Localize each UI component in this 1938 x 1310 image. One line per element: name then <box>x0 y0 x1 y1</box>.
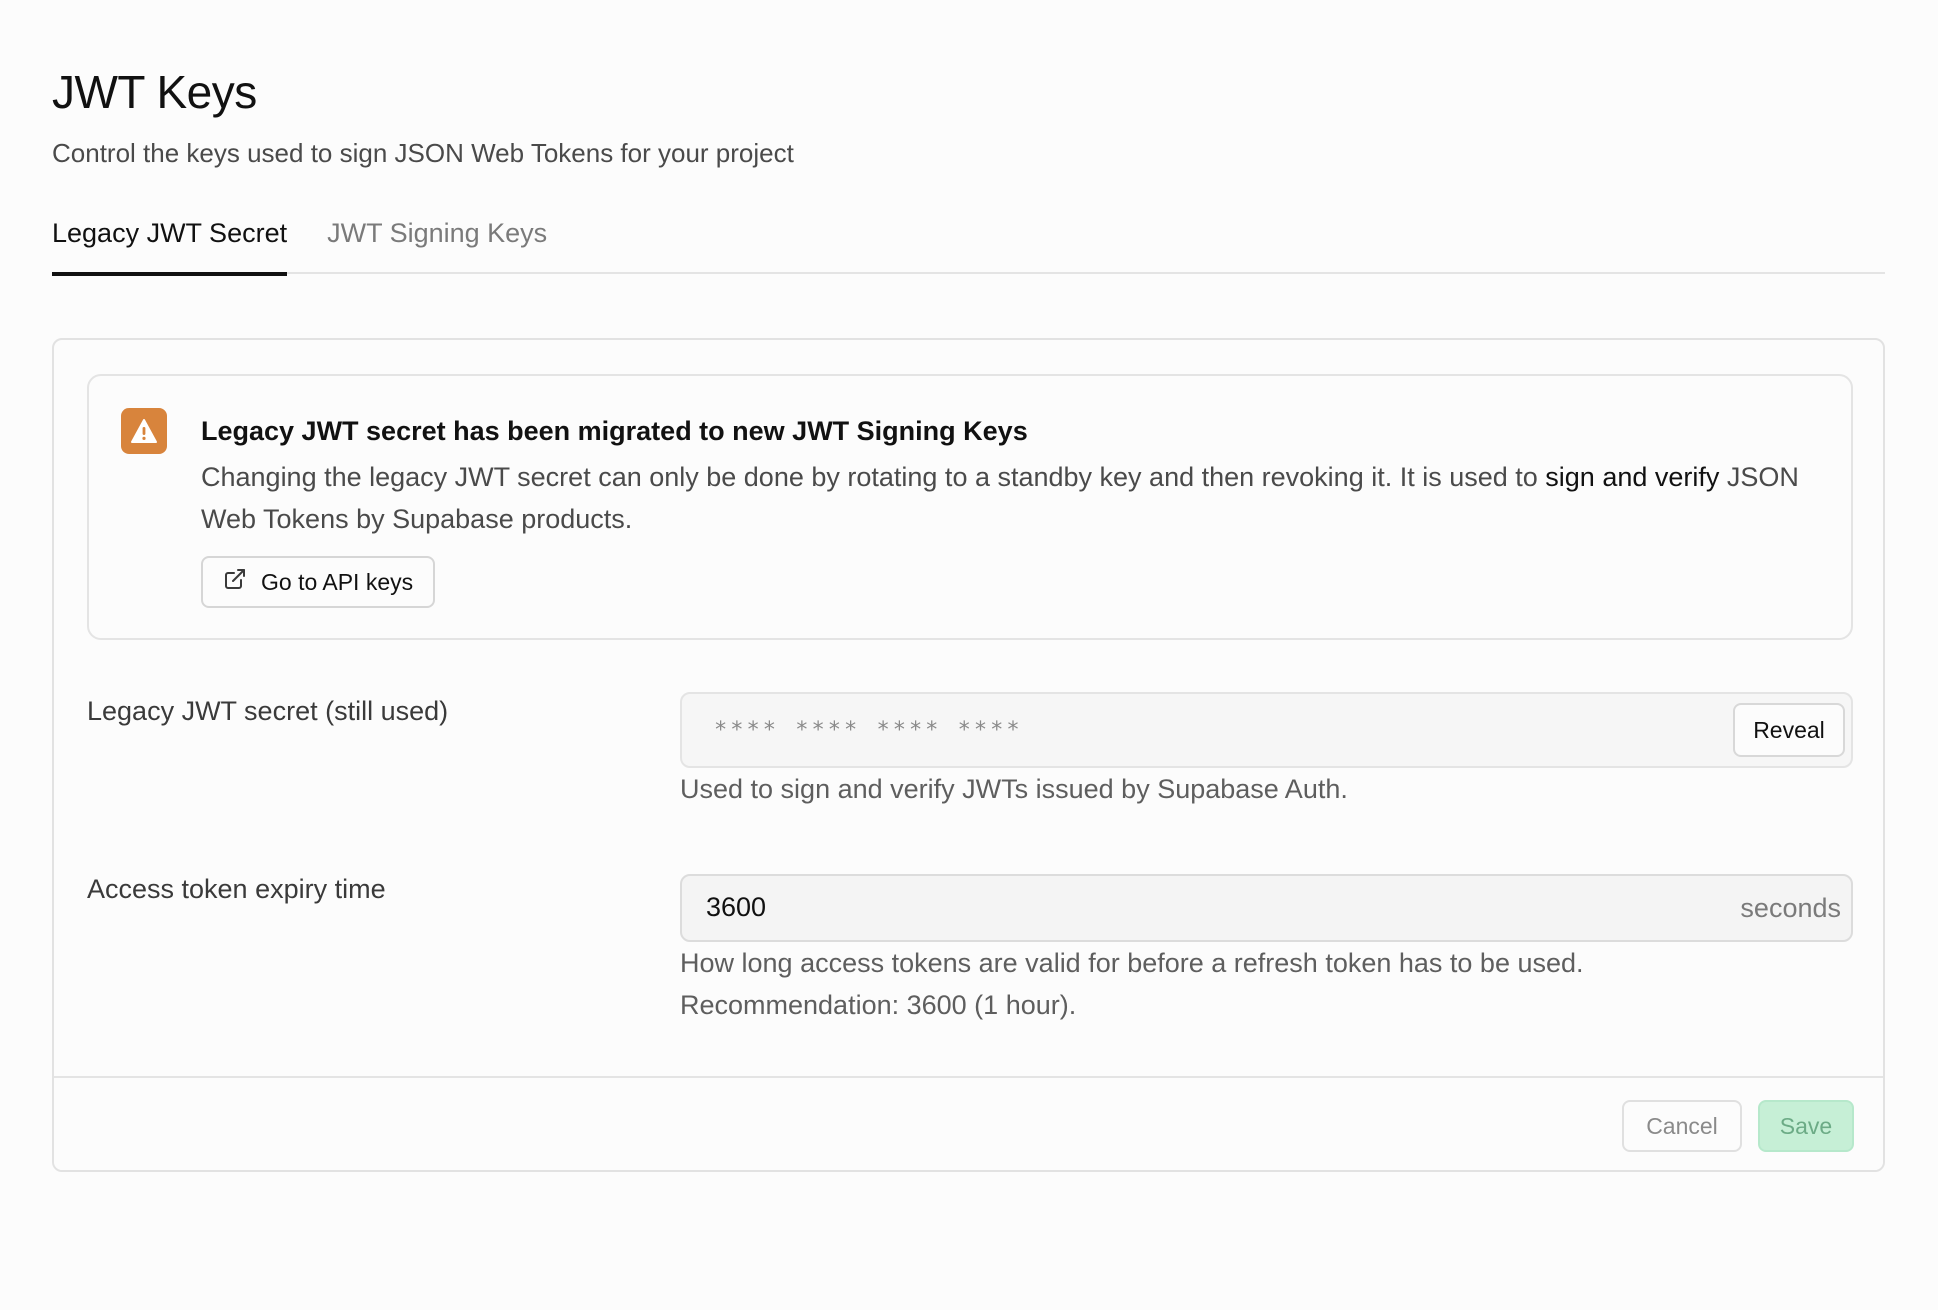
alert-body: Changing the legacy JWT secret can only … <box>201 456 1821 540</box>
secret-field-label: Legacy JWT secret (still used) <box>87 696 449 726</box>
secret-masked-value: **** **** **** **** <box>714 718 1023 743</box>
expiry-help-line-1: How long access tokens are valid for bef… <box>680 948 1584 978</box>
secret-field-help: Used to sign and verify JWTs issued by S… <box>680 774 1348 804</box>
card-footer: Cancel Save <box>54 1076 1883 1170</box>
alert-title: Legacy JWT secret has been migrated to n… <box>201 416 1028 446</box>
tab-jwt-signing-keys[interactable]: JWT Signing Keys <box>327 210 547 274</box>
expiry-field-help: How long access tokens are valid for bef… <box>680 942 1584 1026</box>
save-button[interactable]: Save <box>1758 1100 1854 1152</box>
expiry-help-line-2: Recommendation: 3600 (1 hour). <box>680 990 1077 1020</box>
page-title: JWT Keys <box>52 66 257 118</box>
alert-body-emphasis: sign and verify <box>1545 462 1720 492</box>
go-to-api-keys-button[interactable]: Go to API keys <box>201 556 436 608</box>
settings-card: Legacy JWT secret has been migrated to n… <box>52 338 1885 1172</box>
external-link-icon <box>223 567 247 597</box>
expiry-unit-suffix: seconds <box>1740 893 1841 923</box>
go-to-api-keys-label: Go to API keys <box>261 568 414 595</box>
page-subtitle: Control the keys used to sign JSON Web T… <box>52 138 794 168</box>
expiry-field[interactable]: seconds <box>680 874 1853 942</box>
cancel-button[interactable]: Cancel <box>1622 1100 1742 1152</box>
reveal-button[interactable]: Reveal <box>1733 703 1845 757</box>
secret-field[interactable]: **** **** **** **** Reveal <box>680 692 1853 768</box>
page: JWT Keys Control the keys used to sign J… <box>0 0 1938 1310</box>
expiry-input[interactable] <box>706 892 1606 923</box>
tab-legacy-jwt-secret[interactable]: Legacy JWT Secret <box>52 210 288 276</box>
tab-bar: Legacy JWT Secret JWT Signing Keys <box>52 210 1885 276</box>
alert-body-text: Changing the legacy JWT secret can only … <box>201 462 1546 492</box>
migration-alert: Legacy JWT secret has been migrated to n… <box>87 374 1853 640</box>
warning-icon <box>121 408 167 454</box>
expiry-field-label: Access token expiry time <box>87 874 386 904</box>
